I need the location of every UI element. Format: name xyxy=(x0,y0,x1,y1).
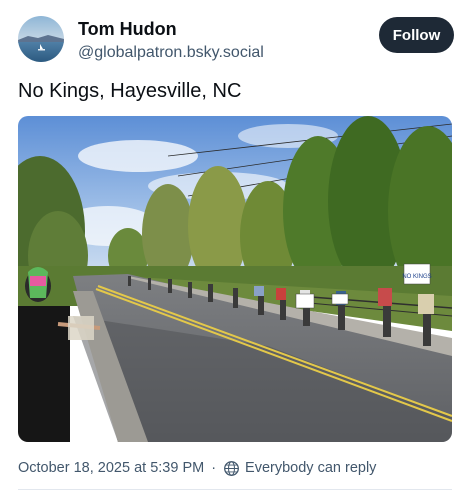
protest-photo: NO KINGS xyxy=(18,116,452,442)
author-names: Tom Hudon @globalpatron.bsky.social xyxy=(78,18,264,64)
author-display-name[interactable]: Tom Hudon xyxy=(78,18,264,40)
avatar-lake-icon xyxy=(18,16,64,62)
post-header: Tom Hudon @globalpatron.bsky.social Foll… xyxy=(18,14,454,66)
follow-button[interactable]: Follow xyxy=(379,17,454,53)
post-text: No Kings, Hayesville, NC xyxy=(18,80,242,102)
globe-icon xyxy=(224,460,239,476)
post-timestamp[interactable]: October 18, 2025 at 5:39 PM xyxy=(18,460,204,476)
post-card: Tom Hudon @globalpatron.bsky.social Foll… xyxy=(0,0,470,490)
avatar[interactable] xyxy=(18,16,64,62)
sign-text: NO KINGS xyxy=(402,274,431,280)
reply-setting[interactable]: Everybody can reply xyxy=(223,460,376,477)
reply-setting-label: Everybody can reply xyxy=(245,460,377,476)
post-image[interactable]: NO KINGS xyxy=(18,116,452,442)
author-handle[interactable]: @globalpatron.bsky.social xyxy=(78,42,264,64)
separator: · xyxy=(211,460,217,476)
post-footer: October 18, 2025 at 5:39 PM · Everybody … xyxy=(18,457,454,479)
